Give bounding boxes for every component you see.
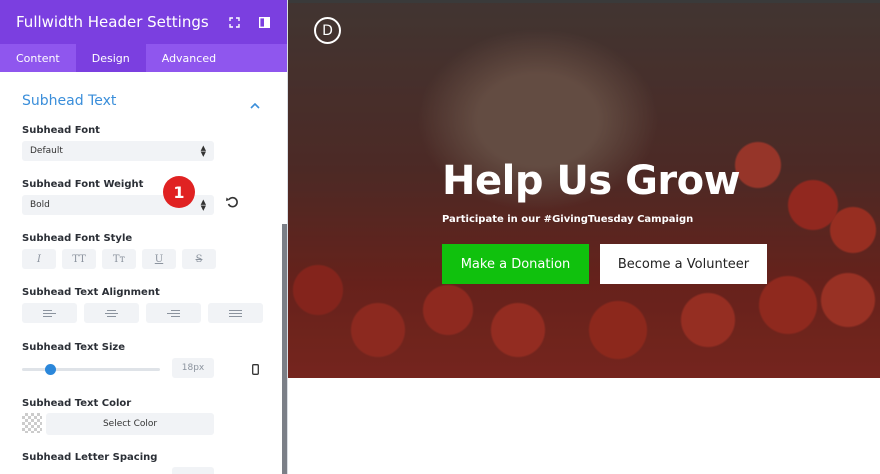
uppercase-button[interactable]: TT [62, 249, 96, 269]
weight-select-value: Bold [30, 200, 50, 210]
align-label: Subhead Text Alignment [22, 287, 160, 298]
font-style-buttons: I TT Tт U S [22, 249, 216, 269]
logo[interactable]: D [314, 17, 341, 44]
style-label: Subhead Font Style [22, 233, 133, 244]
reset-icon[interactable] [226, 195, 239, 213]
panel-body: Subhead Text Subhead Font Default ▲ ▼ Sub… [0, 72, 281, 474]
spacing-input[interactable] [172, 467, 214, 474]
align-center-button[interactable] [84, 303, 139, 323]
tab-bar: Content Design Advanced [0, 44, 287, 72]
size-label: Subhead Text Size [22, 342, 125, 353]
align-right-button[interactable] [146, 303, 201, 323]
page-preview: D Help Us Grow Participate in our #Givin… [288, 0, 880, 474]
tab-advanced[interactable]: Advanced [146, 44, 232, 72]
font-label: Subhead Font [22, 125, 100, 136]
select-arrows-icon: ▲ ▼ [200, 144, 206, 158]
donate-button[interactable]: Make a Donation [442, 244, 589, 284]
step-badge: 1 [163, 176, 195, 208]
panel-title: Fullwidth Header Settings [16, 13, 209, 31]
volunteer-button[interactable]: Become a Volunteer [600, 244, 767, 284]
screen: Fullwidth Header Settings Content Design… [0, 0, 880, 474]
phone-icon[interactable] [252, 362, 259, 380]
settings-panel: Fullwidth Header Settings Content Design… [0, 0, 288, 474]
alignment-buttons [22, 303, 263, 323]
select-color-button[interactable]: Select Color [46, 413, 214, 435]
color-label: Subhead Text Color [22, 398, 132, 409]
size-input[interactable]: 18px [172, 358, 214, 378]
size-slider[interactable] [22, 364, 160, 375]
top-strip [288, 0, 880, 3]
weight-label: Subhead Font Weight [22, 179, 144, 190]
font-select-value: Default [30, 146, 63, 156]
panel-header: Fullwidth Header Settings [0, 0, 287, 44]
tab-content[interactable]: Content [0, 44, 76, 72]
italic-button[interactable]: I [22, 249, 56, 269]
expand-icon[interactable] [227, 15, 241, 29]
strikethrough-button[interactable]: S [182, 249, 216, 269]
section-title[interactable]: Subhead Text [22, 93, 116, 109]
align-left-button[interactable] [22, 303, 77, 323]
size-slider-thumb[interactable] [45, 364, 56, 375]
underline-button[interactable]: U [142, 249, 176, 269]
tab-design[interactable]: Design [75, 44, 146, 72]
spacing-label: Subhead Letter Spacing [22, 452, 158, 463]
hero-title: Help Us Grow [442, 158, 741, 204]
chevron-up-icon[interactable] [250, 96, 260, 114]
color-swatch[interactable] [22, 413, 42, 433]
hero-subtitle: Participate in our #GivingTuesday Campai… [442, 214, 694, 225]
align-justify-button[interactable] [208, 303, 263, 323]
select-arrows-icon: ▲ ▼ [200, 198, 206, 212]
sidebar-toggle-icon[interactable] [257, 15, 271, 29]
capitalize-button[interactable]: Tт [102, 249, 136, 269]
font-select[interactable]: Default ▲ ▼ [22, 141, 214, 161]
